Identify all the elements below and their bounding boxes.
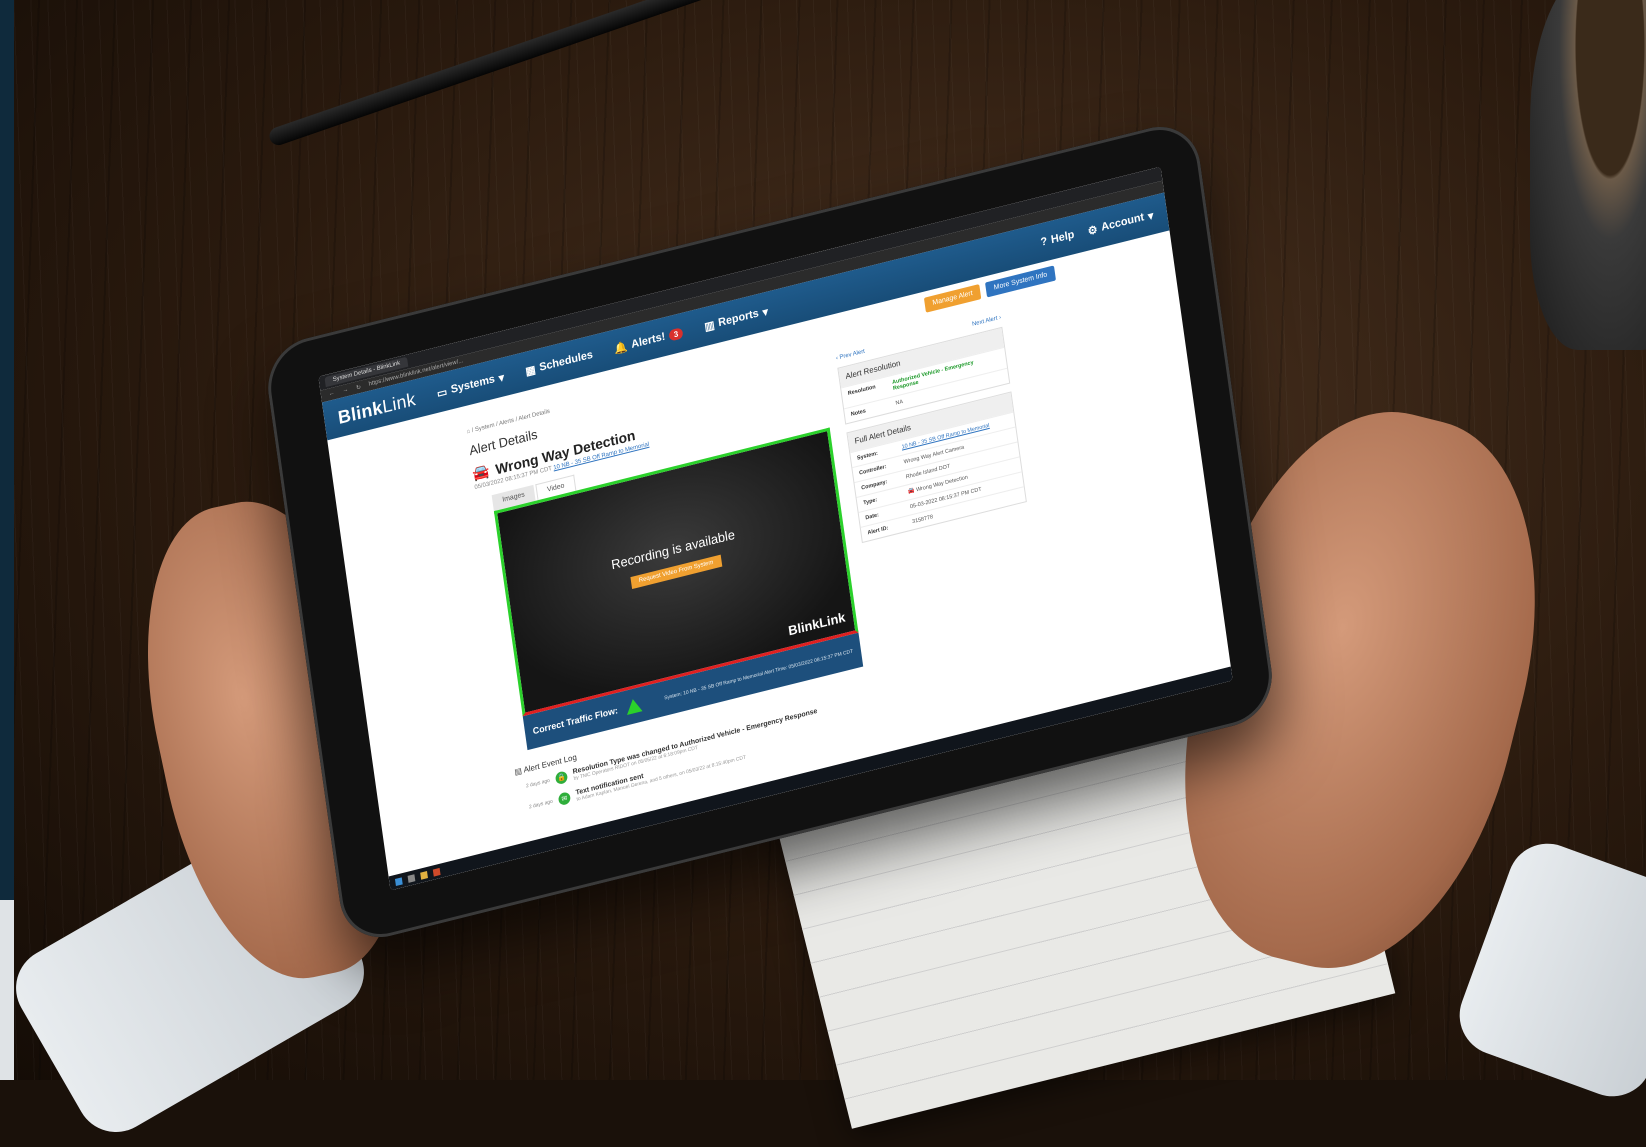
nav-account-label: Account (1100, 211, 1145, 234)
prev-alert-link[interactable]: ‹ Prev Alert (836, 349, 866, 362)
chevron-down-icon: ▾ (761, 305, 769, 319)
document-icon: ▤ (513, 766, 523, 777)
nav-reports[interactable]: ▥ Reports ▾ (703, 304, 769, 334)
bell-icon: 🔔 (613, 340, 629, 356)
home-icon[interactable]: ⌂ (466, 429, 470, 436)
forward-icon[interactable]: → (342, 387, 349, 394)
nav-alerts[interactable]: 🔔 Alerts! 3 (613, 326, 684, 356)
browser-icon[interactable] (432, 867, 441, 877)
left-edge-panel-light (0, 900, 14, 1080)
next-alert-link[interactable]: Next Alert › (972, 315, 1002, 328)
detail-value: NA (895, 398, 904, 407)
next-alert-label: Next Alert (971, 315, 998, 328)
lock-icon: 🔒 (554, 770, 569, 786)
chevron-down-icon: ▾ (497, 371, 505, 385)
prev-alert-label: Prev Alert (839, 348, 866, 361)
nav-schedules[interactable]: ▦ Schedules (525, 348, 594, 378)
drive-icon: ▭ (436, 385, 448, 400)
coffee-mug (1530, 0, 1646, 350)
back-icon[interactable]: ← (328, 390, 335, 397)
event-time-ago: 2 days ago (525, 777, 551, 790)
nav-account[interactable]: ⚙ Account ▾ (1087, 208, 1154, 237)
arrow-up-icon (624, 697, 643, 716)
folder-icon[interactable] (420, 870, 428, 880)
nav-systems-label: Systems (450, 373, 496, 396)
left-edge-panel (0, 0, 14, 900)
car-icon: 🚘 (907, 487, 916, 496)
chevron-down-icon: ▾ (1147, 209, 1155, 223)
nav-reports-label: Reports (717, 307, 760, 330)
detail-key: Alert ID: (867, 525, 889, 537)
message-icon: ✉ (557, 791, 572, 807)
logo-light: Link (380, 388, 417, 417)
calendar-icon: ▦ (524, 363, 537, 378)
search-icon[interactable] (407, 873, 416, 883)
side-column: ‹ Prev Alert Next Alert › Alert Resoluti… (835, 309, 1044, 663)
detail-key: Notes (850, 408, 867, 418)
gear-icon: ⚙ (1087, 223, 1099, 238)
nav-alerts-label: Alerts! (630, 330, 666, 351)
detail-value: 3158778 (911, 514, 934, 526)
recording-message: Recording is available (610, 526, 736, 573)
car-icon: 🚘 (471, 462, 491, 483)
nav-help[interactable]: ? Help (1040, 228, 1075, 249)
bar-chart-icon: ▥ (703, 318, 716, 334)
question-icon: ? (1039, 235, 1049, 249)
nav-help-label: Help (1050, 228, 1076, 247)
logo-bold: Blink (336, 396, 384, 428)
nav-schedules-label: Schedules (538, 348, 594, 374)
nav-systems[interactable]: ▭ Systems ▾ (436, 370, 505, 400)
video-watermark-logo: BlinkLink (787, 609, 847, 639)
reload-icon[interactable]: ↻ (356, 383, 362, 391)
event-time-ago: 2 days ago (528, 798, 554, 811)
alerts-count-badge: 3 (668, 326, 684, 342)
windows-start-icon[interactable] (394, 876, 403, 886)
